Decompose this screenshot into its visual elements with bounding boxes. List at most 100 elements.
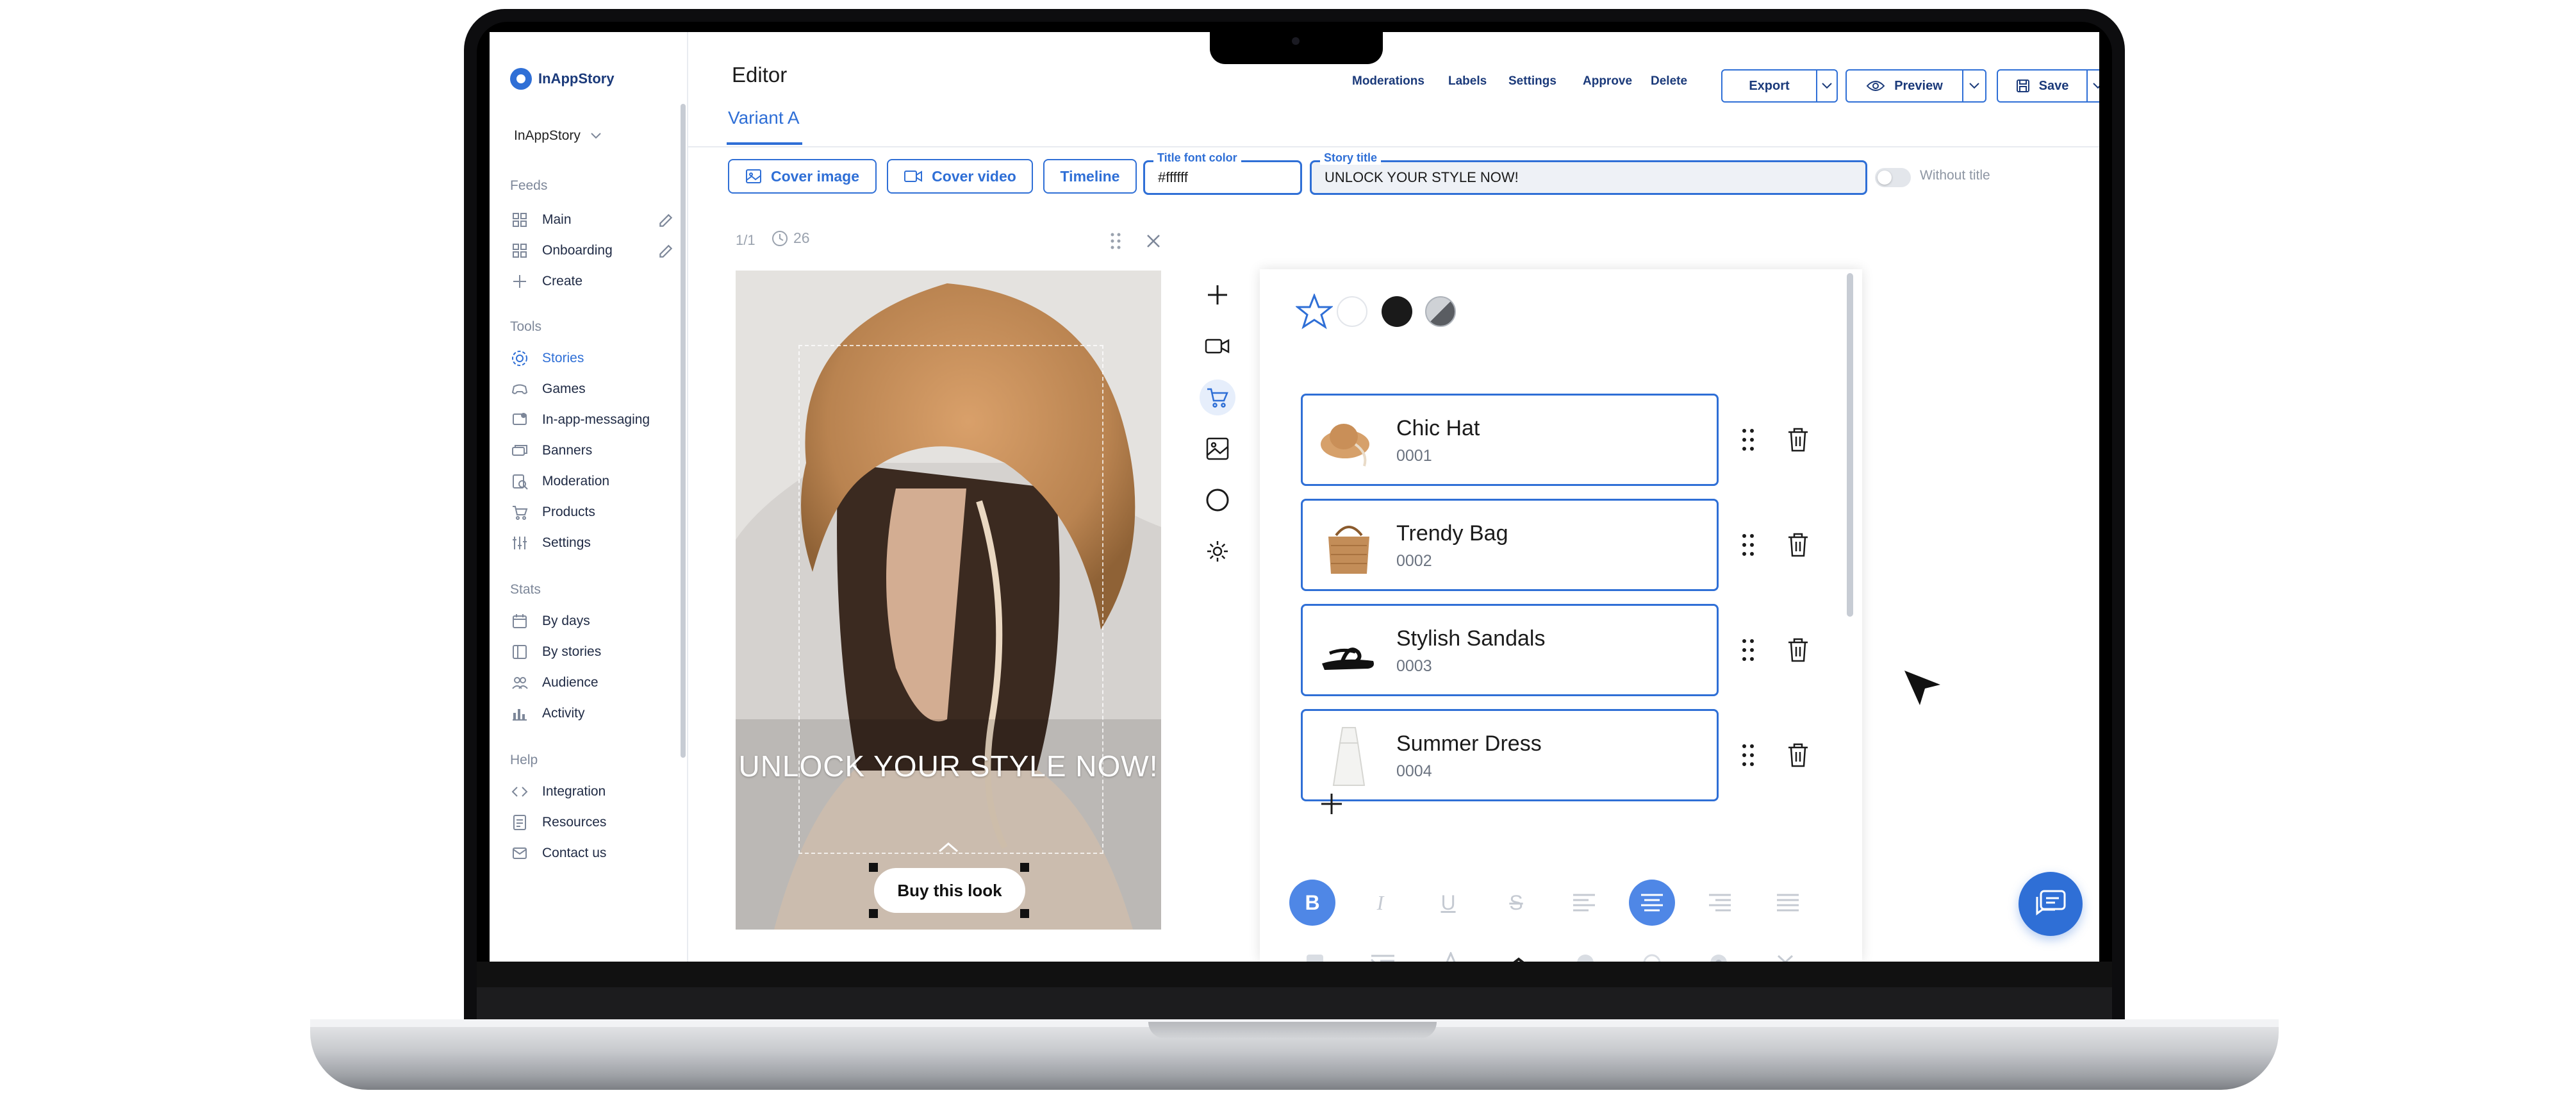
settings-link[interactable]: Settings [1508,74,1556,88]
drag-handle-icon[interactable] [1110,232,1121,250]
product-name: Summer Dress [1396,731,1542,756]
sidebar-item-resources[interactable]: Resources [510,813,606,832]
product-card[interactable]: Trendy Bag 0002 [1301,499,1719,591]
outline-circle-button[interactable] [1637,948,1667,962]
color-swatch-white[interactable] [1337,296,1367,327]
resize-handle[interactable] [869,909,878,918]
sidebar-item-in-app-messaging[interactable]: In-app-messaging [510,410,650,430]
resize-handle[interactable] [1020,863,1029,872]
story-slide-canvas[interactable]: UNLOCK YOUR STYLE NOW! Buy this look [736,271,1161,930]
sidebar-item-products[interactable]: Products [510,503,595,522]
buy-this-look-button[interactable]: Buy this look [874,868,1025,913]
sidebar-item-onboarding[interactable]: Onboarding [510,241,613,260]
add-element-tool[interactable] [1200,277,1235,313]
filled-circle-button[interactable] [1570,948,1601,962]
align-left-button[interactable] [1561,880,1607,926]
align-center-button[interactable] [1629,880,1675,926]
sidebar-item-settings[interactable]: Settings [510,533,591,553]
trash-icon[interactable] [1787,427,1810,453]
delete-link[interactable]: Delete [1651,74,1687,88]
sidebar-item-integration[interactable]: Integration [510,782,606,801]
resize-handle[interactable] [1020,909,1029,918]
products-tool[interactable] [1200,380,1235,415]
color-swatch-gradient[interactable] [1425,296,1456,327]
sidebar-item-label: Moderation [542,474,610,488]
align-left-icon [1573,894,1595,912]
tab-variant-a[interactable]: Variant A [728,108,800,128]
justify-button[interactable] [1765,880,1811,926]
labels-link[interactable]: Labels [1448,74,1487,88]
moderations-link[interactable]: Moderations [1352,74,1424,88]
strikethrough-button[interactable]: S [1493,880,1539,926]
fill-color-button[interactable] [1300,948,1330,962]
trash-icon[interactable] [1787,532,1810,558]
export-button[interactable]: Export [1721,69,1817,103]
sidebar-item-stories[interactable]: Stories [510,349,584,368]
sidebar-item-label: Contact us [542,846,607,860]
settings-tool[interactable] [1200,533,1235,569]
story-caption[interactable]: UNLOCK YOUR STYLE NOW! [736,751,1161,781]
shape-tool[interactable] [1200,482,1235,518]
panel-scrollbar[interactable] [1847,273,1853,617]
trash-icon[interactable] [1787,637,1810,663]
sidebar-item-by-days[interactable]: By days [510,612,590,631]
add-product-icon[interactable] [1320,792,1343,815]
product-image-dress [1332,727,1366,786]
sidebar-item-by-stories[interactable]: By stories [510,642,601,662]
underline-button[interactable]: U [1425,880,1471,926]
workspace-selector[interactable]: InAppStory [514,128,601,144]
drag-handle-icon[interactable] [1740,427,1756,453]
indent-button[interactable] [1367,948,1398,962]
sidebar-item-moderation[interactable]: Moderation [510,472,609,491]
sidebar-item-activity[interactable]: Activity [510,704,585,723]
sidebar-item-audience[interactable]: Audience [510,673,599,692]
sidebar-item-games[interactable]: Games [510,380,586,399]
drag-handle-icon[interactable] [1740,532,1756,558]
save-dropdown[interactable] [2086,69,2099,103]
chat-support-button[interactable] [2019,872,2083,936]
video-tool[interactable] [1200,328,1235,364]
preview-button[interactable]: Preview [1845,69,1963,103]
slide-duration[interactable]: 26 [772,230,810,247]
cover-image-button[interactable]: Cover image [728,159,877,194]
align-right-button[interactable] [1697,880,1743,926]
sidebar-item-create[interactable]: Create [510,272,582,291]
dot-circle-button[interactable] [1703,948,1734,962]
bold-button[interactable]: B [1289,880,1335,926]
chevron-up-style-button[interactable] [1503,948,1534,962]
approve-link[interactable]: Approve [1583,74,1632,88]
double-chevron-button[interactable] [1770,948,1801,962]
title-font-color-field[interactable]: #ffffff [1143,160,1302,195]
sidebar-item-label: Games [542,381,586,396]
drag-handle-icon[interactable] [1740,637,1756,663]
timeline-button[interactable]: Timeline [1043,159,1137,194]
trash-icon[interactable] [1787,742,1810,768]
text-style-button[interactable] [1435,948,1466,962]
italic-button[interactable]: I [1357,880,1403,926]
code-icon [510,782,529,801]
audience-icon [510,673,529,692]
save-button[interactable]: Save [1997,69,2088,103]
sidebar-item-main[interactable]: Main [510,210,572,230]
resize-handle[interactable] [869,863,878,872]
sidebar-scrollbar[interactable] [681,104,686,758]
pencil-icon[interactable] [657,243,674,260]
image-tool[interactable] [1200,431,1235,467]
pencil-icon[interactable] [657,212,674,229]
preview-dropdown[interactable] [1962,69,1986,103]
color-swatch-black[interactable] [1382,296,1412,327]
export-dropdown[interactable] [1816,69,1838,103]
product-card[interactable]: Stylish Sandals 0003 [1301,604,1719,696]
logo[interactable]: InAppStory [510,68,615,90]
close-icon[interactable] [1146,233,1161,249]
product-card[interactable]: Chic Hat 0001 [1301,394,1719,486]
drag-handle-icon[interactable] [1740,742,1756,768]
star-icon[interactable] [1296,294,1333,330]
story-title-field[interactable]: UNLOCK YOUR STYLE NOW! [1310,160,1867,195]
align-right-icon [1709,894,1731,912]
product-card[interactable]: Summer Dress 0004 [1301,709,1719,801]
chat-icon [2036,890,2066,915]
cover-video-button[interactable]: Cover video [887,159,1033,194]
sidebar-item-contact-us[interactable]: Contact us [510,844,606,863]
sidebar-item-banners[interactable]: Banners [510,441,592,460]
